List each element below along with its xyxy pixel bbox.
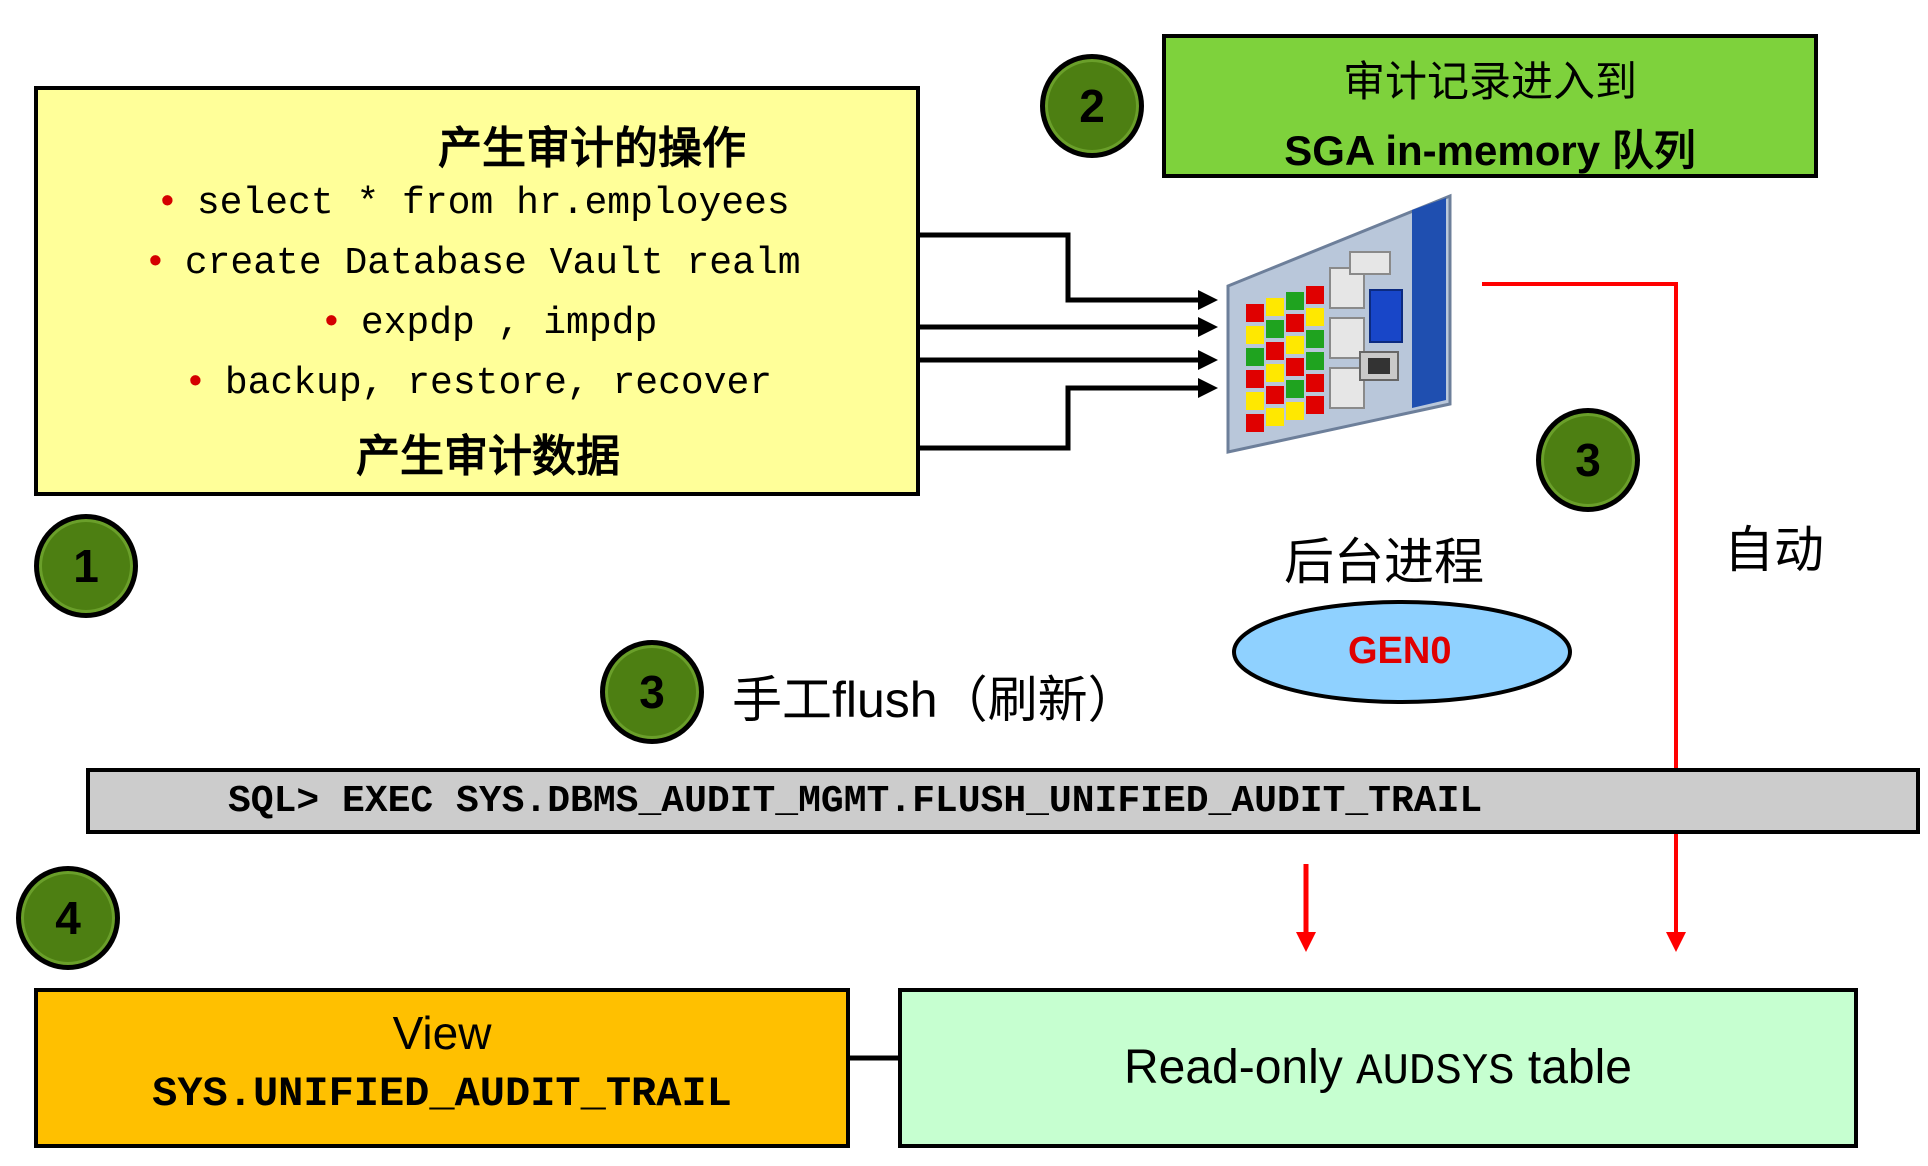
step-3-auto-circle: 3 (1536, 408, 1640, 512)
operation-item: • select * from hr.employees (156, 182, 790, 225)
bullet-icon: • (320, 302, 343, 345)
auto-arrowhead (1666, 932, 1686, 952)
step-1-circle: 1 (34, 514, 138, 618)
operations-footer: 产生审计数据 (356, 432, 620, 481)
audsys-table-box: Read-only AUDSYS table (898, 988, 1858, 1148)
arrow-1 (918, 232, 1210, 303)
sga-line-2: SGA in-memory 队列 (1284, 127, 1696, 174)
auto-label: 自动 (1724, 522, 1824, 578)
bullet-icon: • (184, 362, 207, 405)
audit-operations-box: 产生审计的操作 • select * from hr.employees • cre… (34, 86, 920, 496)
operation-item: • backup, restore, recover (184, 362, 773, 405)
view-line-1: View (392, 1007, 492, 1059)
audit-flow-diagram: 产生审计的操作 • select * from hr.employees • cre… (0, 0, 1928, 1166)
sga-queue-box: 审计记录进入到 SGA in-memory 队列 (1162, 34, 1818, 178)
operation-arrows (918, 232, 1218, 451)
sql-command-bar: SQL> EXEC SYS.DBMS_AUDIT_MGMT.FLUSH_UNIF… (86, 768, 1920, 834)
sga-line-1: 审计记录进入到 (1342, 58, 1637, 105)
sga-server-icon (1226, 193, 1452, 454)
step-2-circle: 2 (1040, 54, 1144, 158)
operations-title: 产生审计的操作 (438, 124, 746, 173)
bullet-icon: • (156, 182, 179, 225)
step-4-circle: 4 (16, 866, 120, 970)
unified-audit-view-box: View SYS.UNIFIED_AUDIT_TRAIL (34, 988, 850, 1148)
table-label: Read-only AUDSYS table (1124, 1041, 1632, 1097)
step-3-manual-circle: 3 (600, 640, 704, 744)
manual-flush-label: 手工flush（刷新） (732, 672, 1138, 728)
bullet-icon: • (144, 242, 167, 285)
arrow-4 (918, 385, 1210, 451)
view-line-2: SYS.UNIFIED_AUDIT_TRAIL (152, 1070, 732, 1118)
sql-command-text: SQL> EXEC SYS.DBMS_AUDIT_MGMT.FLUSH_UNIF… (228, 780, 1483, 823)
background-process-label: 后台进程 (1284, 534, 1484, 590)
gen0-label: GEN0 (1348, 630, 1452, 672)
operation-item: • expdp , impdp (320, 302, 658, 345)
operation-item: • create Database Vault realm (144, 242, 801, 285)
